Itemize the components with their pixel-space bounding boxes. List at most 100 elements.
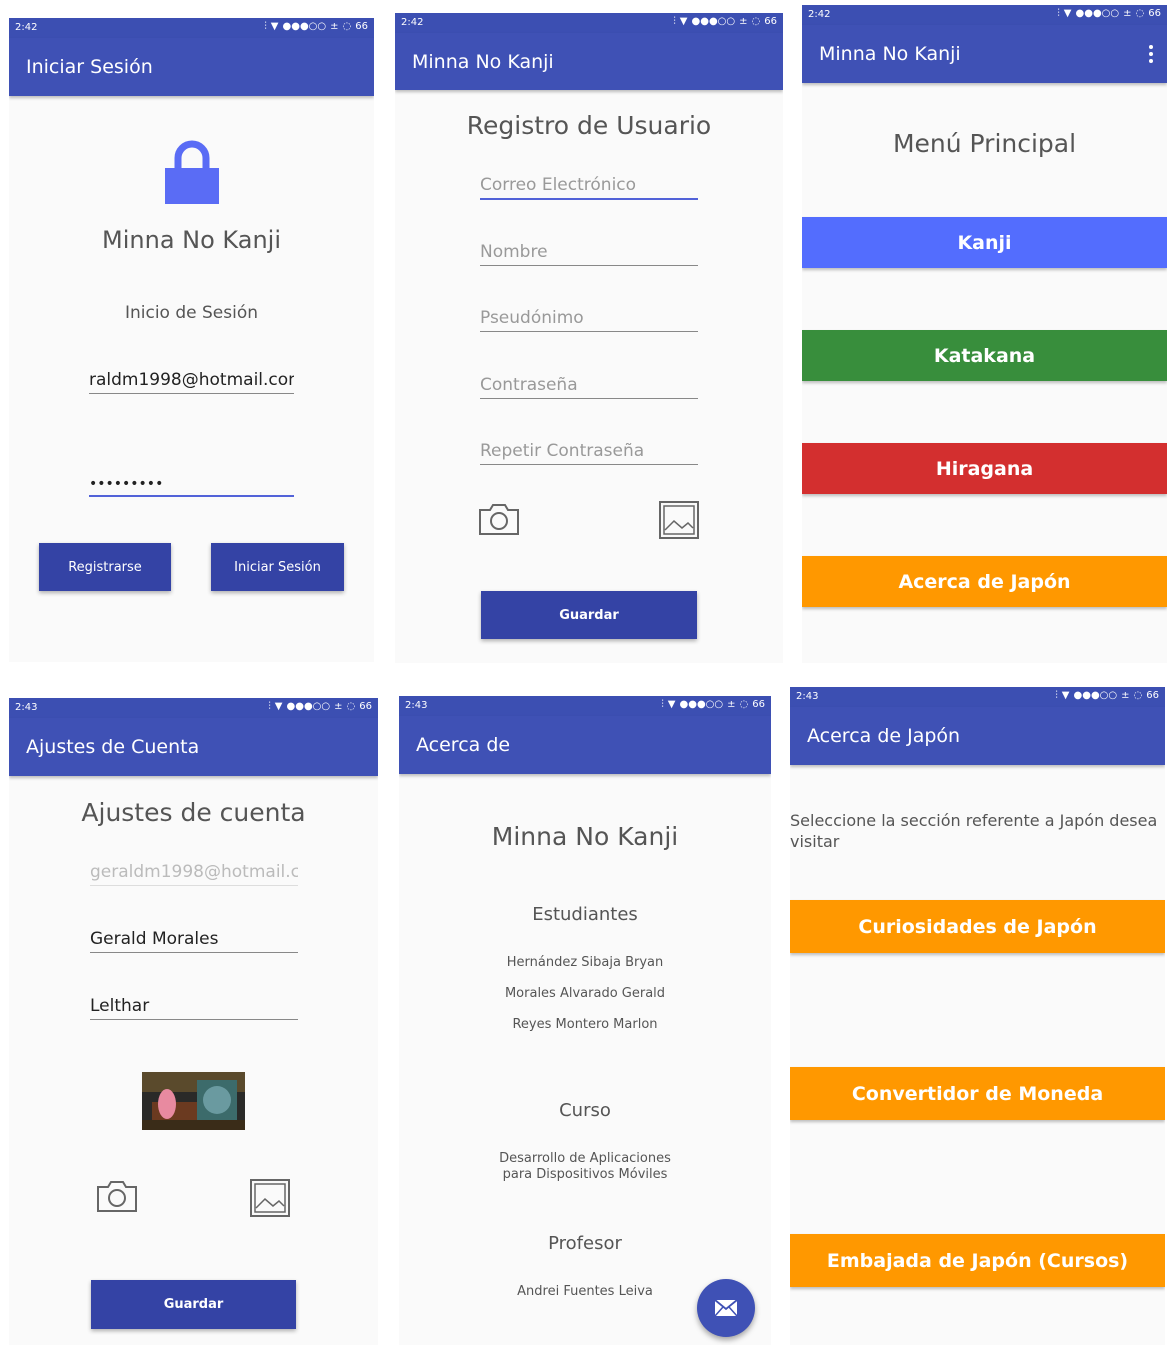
student-name: Hernández Sibaja Bryan: [506, 955, 664, 970]
battery-level: 66: [752, 699, 765, 710]
register-screen: 2:42 ⫶ ▼ ●●●○○ ± ◌ 66 Minna No Kanji Reg…: [395, 13, 783, 663]
app-name: Minna No Kanji: [102, 226, 281, 254]
vibrate-icon: ⫶: [661, 699, 664, 710]
student-name: Reyes Montero Marlon: [512, 1017, 658, 1032]
nickname-field[interactable]: Pseudónimo: [480, 308, 698, 332]
status-time: 2:43: [405, 700, 428, 711]
battery-icon: ◌: [739, 699, 749, 710]
name-field[interactable]: Gerald Morales: [90, 929, 298, 953]
save-button[interactable]: Guardar: [481, 591, 697, 639]
app-bar-title: Minna No Kanji: [819, 43, 961, 65]
status-bar: 2:42 ⫶ ▼ ●●●○○ ± ◌ 66: [395, 13, 783, 33]
curiosities-button[interactable]: Curiosidades de Japón: [790, 900, 1165, 953]
wifi-icon: ▼: [679, 16, 688, 27]
wifi-icon: ▼: [1063, 8, 1072, 19]
battery-icon: ◌: [342, 21, 352, 32]
overflow-menu-icon[interactable]: [1149, 45, 1155, 63]
app-bar: Minna No Kanji: [802, 25, 1167, 83]
battery-icon: ◌: [346, 701, 356, 712]
app-bar: Iniciar Sesión: [9, 38, 374, 96]
status-bar: 2:43 ⫶ ▼ ●●●○○ ± ◌ 66: [790, 687, 1165, 707]
wifi-icon: ▼: [667, 699, 676, 710]
about-screen: 2:43 ⫶ ▼ ●●●○○ ± ◌ 66 Acerca de Minna No…: [399, 696, 771, 1345]
app-name: Minna No Kanji: [491, 822, 679, 851]
battery-icon: ◌: [1133, 690, 1143, 701]
password-field[interactable]: Contraseña: [480, 375, 698, 399]
login-button[interactable]: Iniciar Sesión: [211, 543, 344, 591]
sync-icon: ±: [1123, 8, 1132, 19]
status-icons: ⫶ ▼ ●●●○○ ± ◌ 66: [673, 16, 777, 27]
about-japan-screen: 2:43 ⫶ ▼ ●●●○○ ± ◌ 66 Acerca de Japón Se…: [790, 687, 1165, 1345]
battery-level: 66: [764, 16, 777, 27]
student-name: Morales Alvarado Gerald: [504, 986, 666, 1001]
vibrate-icon: ⫶: [1055, 690, 1058, 701]
battery-level: 66: [1146, 690, 1159, 701]
course-heading: Curso: [559, 1100, 611, 1121]
status-bar: 2:43 ⫶ ▼ ●●●○○ ± ◌ 66: [9, 698, 378, 718]
signal-icon: ●●●○○: [691, 16, 736, 27]
status-bar: 2:42 ⫶ ▼ ●●●○○ ± ◌ 66: [802, 5, 1167, 25]
signal-icon: ●●●○○: [679, 699, 724, 710]
camera-icon[interactable]: [477, 501, 521, 537]
mail-icon: [714, 1299, 738, 1317]
email-field: geraldm1998@hotmail.cc: [90, 862, 298, 886]
signal-icon: ●●●○○: [1075, 8, 1120, 19]
katakana-button[interactable]: Katakana: [802, 330, 1167, 381]
signal-icon: ●●●○○: [286, 701, 331, 712]
status-time: 2:43: [796, 691, 819, 702]
app-bar-title: Iniciar Sesión: [26, 56, 153, 78]
status-time: 2:42: [808, 9, 831, 20]
camera-icon[interactable]: [95, 1178, 139, 1214]
sync-icon: ±: [334, 701, 343, 712]
wifi-icon: ▼: [274, 701, 283, 712]
nickname-field[interactable]: Lelthar: [90, 996, 298, 1020]
battery-icon: ◌: [1135, 8, 1145, 19]
sync-icon: ±: [1121, 690, 1130, 701]
vibrate-icon: ⫶: [1057, 8, 1060, 19]
battery-icon: ◌: [751, 16, 761, 27]
main-menu-screen: 2:42 ⫶ ▼ ●●●○○ ± ◌ 66 Minna No Kanji Men…: [802, 5, 1167, 663]
sync-icon: ±: [330, 21, 339, 32]
profile-picture: [142, 1072, 245, 1130]
status-bar: 2:42 ⫶ ▼ ●●●○○ ± ◌ 66: [9, 18, 374, 38]
repeat-password-field[interactable]: Repetir Contraseña: [480, 441, 698, 465]
signal-icon: ●●●○○: [282, 21, 327, 32]
gallery-icon[interactable]: [249, 1178, 291, 1218]
login-subtitle: Inicio de Sesión: [124, 303, 259, 323]
battery-level: 66: [355, 21, 368, 32]
status-icons: ⫶ ▼ ●●●○○ ± ◌ 66: [1057, 8, 1161, 19]
app-bar-title: Ajustes de Cuenta: [26, 736, 200, 758]
app-bar: Minna No Kanji: [395, 33, 783, 90]
email-fab[interactable]: [697, 1279, 755, 1337]
students-heading: Estudiantes: [532, 904, 638, 925]
status-time: 2:42: [15, 22, 38, 33]
account-heading: Ajustes de cuenta: [81, 798, 306, 827]
status-icons: ⫶ ▼ ●●●○○ ± ◌ 66: [661, 699, 765, 710]
kanji-button[interactable]: Kanji: [802, 217, 1167, 268]
gallery-icon[interactable]: [658, 500, 700, 540]
email-field[interactable]: Correo Electrónico: [480, 175, 698, 200]
name-field[interactable]: Nombre: [480, 242, 698, 266]
register-button[interactable]: Registrarse: [39, 543, 171, 591]
currency-converter-button[interactable]: Convertidor de Moneda: [790, 1067, 1165, 1120]
menu-heading: Menú Principal: [892, 129, 1077, 158]
app-bar-title: Acerca de: [416, 734, 511, 756]
app-bar: Acerca de: [399, 716, 771, 774]
hiragana-button[interactable]: Hiragana: [802, 443, 1167, 494]
embassy-button[interactable]: Embajada de Japón (Cursos): [790, 1234, 1165, 1287]
vibrate-icon: ⫶: [264, 21, 267, 32]
status-bar: 2:43 ⫶ ▼ ●●●○○ ± ◌ 66: [399, 696, 771, 716]
status-time: 2:42: [401, 17, 424, 28]
wifi-icon: ▼: [270, 21, 279, 32]
email-field[interactable]: raldm1998@hotmail.com: [89, 370, 294, 394]
vibrate-icon: ⫶: [673, 16, 676, 27]
section-prompt: Seleccione la sección referente a Japón …: [790, 811, 1158, 851]
sync-icon: ±: [739, 16, 748, 27]
about-japan-button[interactable]: Acerca de Japón: [802, 556, 1167, 607]
professor-heading: Profesor: [548, 1233, 622, 1254]
password-field[interactable]: •••••••••: [89, 476, 294, 497]
login-screen: 2:42 ⫶ ▼ ●●●○○ ± ◌ 66 Iniciar Sesión Min…: [9, 18, 374, 662]
save-button[interactable]: Guardar: [91, 1280, 296, 1329]
battery-level: 66: [1148, 8, 1161, 19]
app-bar: Ajustes de Cuenta: [9, 718, 378, 776]
